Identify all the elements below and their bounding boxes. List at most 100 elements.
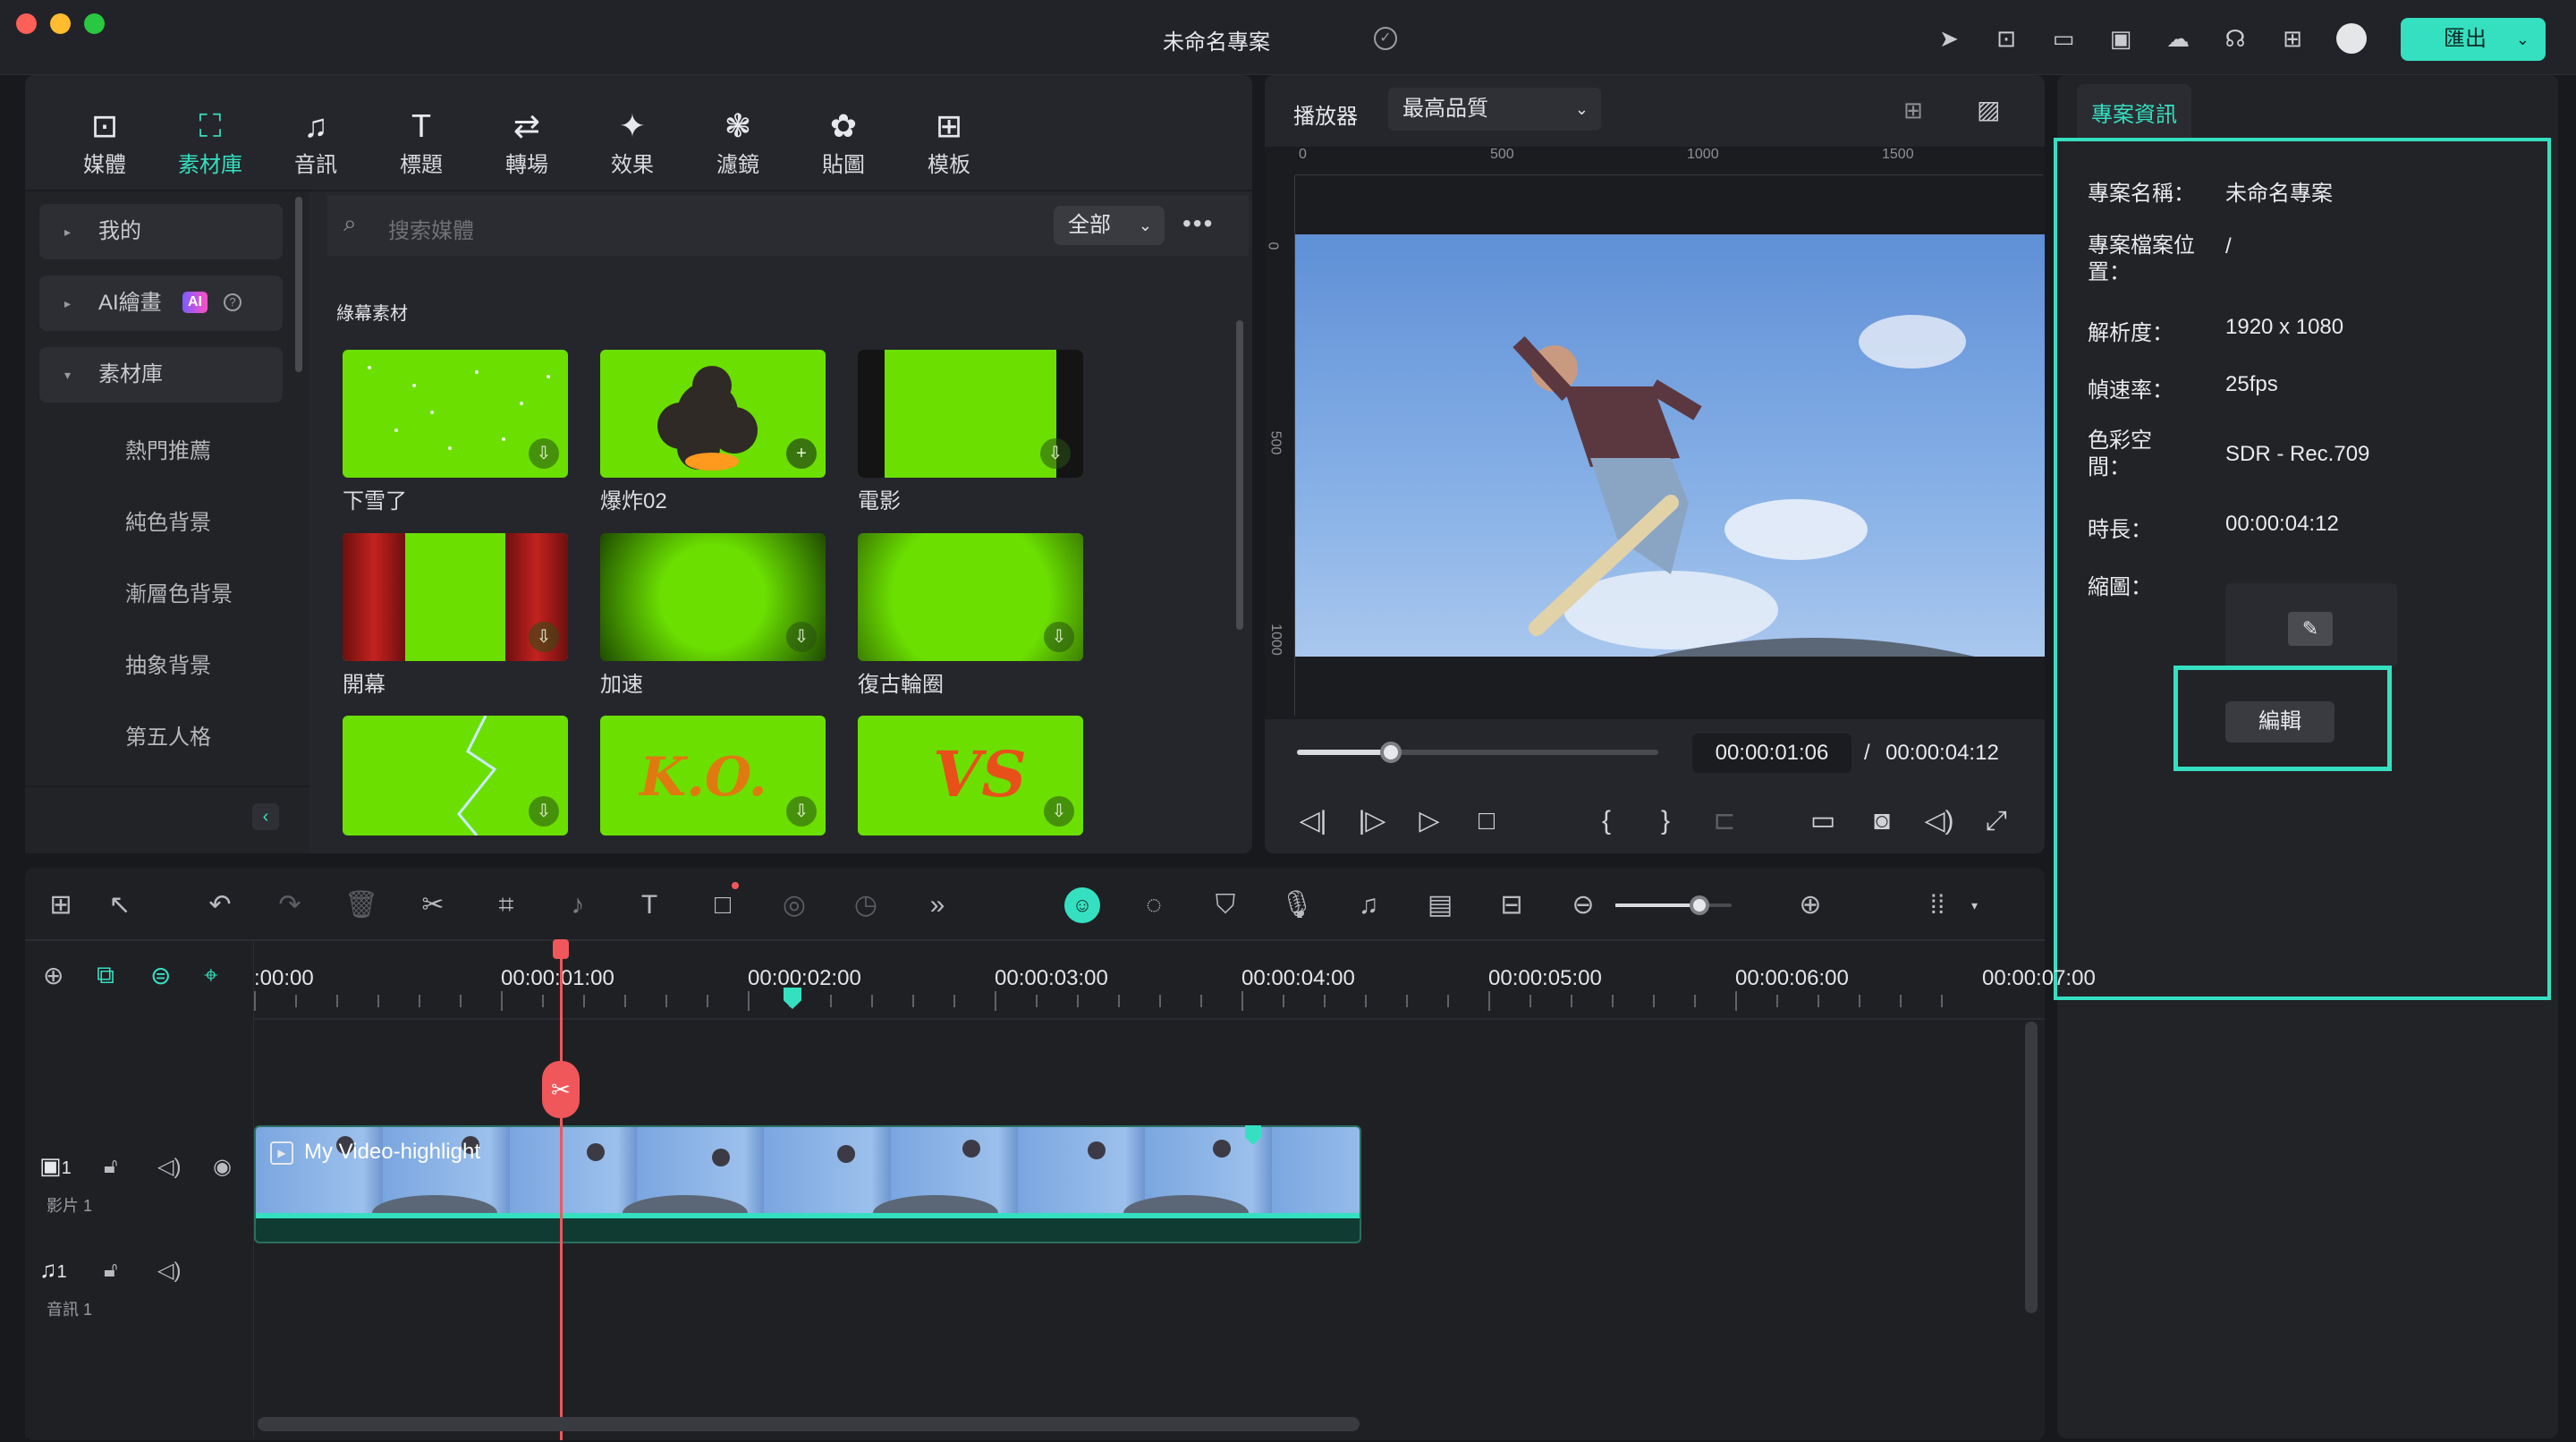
zoom-out-icon[interactable]: ⊖ xyxy=(1563,886,1603,925)
sidebar-scrollbar[interactable] xyxy=(295,197,302,372)
add-icon[interactable]: + xyxy=(786,438,817,469)
zoom-slider-handle[interactable] xyxy=(1689,895,1709,915)
volume-icon[interactable]: ◁) xyxy=(157,1258,181,1284)
previous-frame-icon[interactable]: ◁| xyxy=(1293,802,1333,841)
undo-icon[interactable]: ↶ xyxy=(200,886,240,925)
lock-icon[interactable]: 🔓︎ xyxy=(104,1258,118,1283)
download-icon[interactable]: ⇩ xyxy=(529,796,559,827)
download-icon[interactable]: ⇩ xyxy=(529,622,559,652)
timeline-layout-icon[interactable]: ⁞⁞ xyxy=(1918,886,1957,925)
asset-thumb-vintage-vignette[interactable]: ⇩ xyxy=(858,533,1083,661)
shape-mask-icon[interactable]: □ xyxy=(703,886,742,925)
lock-icon[interactable]: 🔓︎ xyxy=(104,1154,118,1179)
image-view-icon[interactable]: ▨ xyxy=(1977,95,2000,124)
edit-button[interactable]: 編輯 xyxy=(2225,701,2334,742)
timeline-vertical-scrollbar[interactable] xyxy=(2025,1022,2038,1313)
sidebar-subitem-abstract-background[interactable]: 抽象背景 xyxy=(125,648,211,679)
audio-detach-icon[interactable]: ♪ xyxy=(558,886,597,925)
grid-view-icon[interactable]: ⊞ xyxy=(1903,97,1923,124)
crop-icon[interactable]: ⌗ xyxy=(487,886,526,925)
filter-dropdown[interactable]: 全部 ⌄ xyxy=(1054,206,1165,245)
add-track-icon[interactable]: ⊕ xyxy=(43,961,64,990)
render-preview-icon[interactable]: ◌ xyxy=(1134,886,1174,925)
timeline-horizontal-scrollbar[interactable] xyxy=(258,1417,1360,1431)
ripple-edit-icon[interactable]: ⊜ xyxy=(150,961,171,990)
sidebar-item-mine[interactable]: ▸ 我的 xyxy=(39,204,283,259)
zoom-slider[interactable] xyxy=(1615,895,1732,915)
purchase-icon[interactable]: ⊡ xyxy=(1991,23,2021,54)
tab-transition[interactable]: ⇄ 轉場 xyxy=(487,106,567,178)
play-icon[interactable]: ▷ xyxy=(1410,802,1449,841)
edit-pencil-icon[interactable]: ✎ xyxy=(2288,612,2333,646)
quality-dropdown[interactable]: 最高品質 ⌄ xyxy=(1388,88,1601,131)
tab-templates[interactable]: ⊞ 模板 xyxy=(909,106,989,178)
fullscreen-icon[interactable]: ⤢ xyxy=(1977,802,2016,841)
zoom-in-icon[interactable]: ⊕ xyxy=(1791,886,1830,925)
sidebar-subitem-identity-v[interactable]: 第五人格 xyxy=(125,719,211,751)
apps-grid-icon[interactable]: ⊞ xyxy=(2277,23,2308,54)
track-manager-icon[interactable]: ▤ xyxy=(1420,886,1460,925)
cloud-upload-icon[interactable]: ☁ xyxy=(2163,23,2193,54)
tab-music-note[interactable]: ♫ 音訊 xyxy=(275,106,356,178)
help-icon[interactable]: ? xyxy=(224,293,242,311)
sidebar-item-ai-drawing[interactable]: ▸ AI繪畫 AI? xyxy=(39,276,283,331)
ai-copilot-icon[interactable]: ☺ xyxy=(1064,887,1100,923)
sidebar-item-stock-library[interactable]: ▾ 素材庫 xyxy=(39,347,283,403)
snap-icon[interactable]: ⌖ xyxy=(204,961,218,990)
avatar[interactable] xyxy=(2336,23,2367,54)
playback-progress[interactable] xyxy=(1297,742,1658,763)
asset-thumb-film[interactable]: ⇩ xyxy=(858,350,1083,478)
caret-down-icon[interactable]: ▾ xyxy=(1971,898,1978,913)
snapshot-icon[interactable]: ◙ xyxy=(1862,802,1902,841)
tab-stickers[interactable]: ✿ 貼圖 xyxy=(803,106,884,178)
sidebar-subitem-solid-background[interactable]: 純色背景 xyxy=(125,505,211,536)
link-icon[interactable]: ⧉ xyxy=(97,961,114,990)
collapse-sidebar-button[interactable]: ‹ xyxy=(252,803,279,830)
select-tool-icon[interactable]: ↖ xyxy=(100,886,140,925)
asset-thumb-ko[interactable]: K.O. ⇩ xyxy=(600,716,826,836)
marker-icon[interactable]: ⛉ xyxy=(1206,886,1245,925)
layout-icon[interactable]: ▭ xyxy=(2048,23,2079,54)
next-frame-icon[interactable]: |▷ xyxy=(1352,802,1392,841)
more-options-icon[interactable]: ••• xyxy=(1182,209,1214,238)
video-clip[interactable]: ▶ My Video-highlight xyxy=(254,1125,1361,1243)
audio-mixer-icon[interactable]: ♫ xyxy=(1349,886,1388,925)
asset-thumb-curtain[interactable]: ⇩ xyxy=(343,533,568,661)
volume-icon[interactable]: ◁) xyxy=(1919,802,1959,841)
microphone-icon[interactable]: 🎙 xyxy=(1277,886,1317,925)
tab-project-info[interactable]: 專案資訊 xyxy=(2077,84,2191,138)
tab-filters[interactable]: ❃ 濾鏡 xyxy=(698,106,778,178)
download-icon[interactable]: ⇩ xyxy=(529,438,559,469)
asset-thumb-vs[interactable]: VS ⇩ xyxy=(858,716,1083,836)
mark-out-icon[interactable]: } xyxy=(1646,802,1685,841)
more-tools-icon[interactable]: » xyxy=(918,886,957,925)
tab-title-text[interactable]: T 標題 xyxy=(381,106,462,178)
library-scrollbar[interactable] xyxy=(1236,320,1243,630)
display-settings-icon[interactable]: ▭ xyxy=(1803,802,1843,841)
asset-thumb-lightning[interactable]: ⇩ xyxy=(343,716,568,836)
download-icon[interactable]: ⇩ xyxy=(786,796,817,827)
stop-icon[interactable]: □ xyxy=(1467,802,1506,841)
scene-detection-icon[interactable]: ⊞ xyxy=(41,886,80,925)
minimize-window-button[interactable] xyxy=(50,13,71,34)
sidebar-subitem-popular[interactable]: 熱門推薦 xyxy=(125,433,211,464)
asset-thumb-snow[interactable]: ⇩ xyxy=(343,350,568,478)
save-icon[interactable]: ▣ xyxy=(2106,23,2136,54)
search-input[interactable]: 搜索媒體 xyxy=(388,213,474,244)
close-window-button[interactable] xyxy=(16,13,37,34)
eye-icon[interactable]: ◉ xyxy=(213,1154,232,1180)
asset-thumb-speed[interactable]: ⇩ xyxy=(600,533,826,661)
tab-media[interactable]: ⊡ 媒體 xyxy=(64,106,145,178)
send-feedback-icon[interactable]: ➤ xyxy=(1934,23,1964,54)
download-icon[interactable]: ⇩ xyxy=(786,622,817,652)
tab-effects[interactable]: ✦ 效果 xyxy=(592,106,673,178)
split-scissors-icon[interactable]: ✂ xyxy=(542,1061,580,1118)
export-button[interactable]: 匯出 ⌄ xyxy=(2401,18,2546,61)
support-headset-icon[interactable]: ☊ xyxy=(2220,23,2250,54)
progress-handle[interactable] xyxy=(1380,742,1402,763)
fit-timeline-icon[interactable]: ⊟ xyxy=(1492,886,1531,925)
playhead-handle[interactable] xyxy=(553,939,569,959)
volume-icon[interactable]: ◁) xyxy=(157,1154,181,1180)
text-tool-icon[interactable]: T xyxy=(630,886,669,925)
split-cut-icon[interactable]: ✂ xyxy=(413,886,453,925)
